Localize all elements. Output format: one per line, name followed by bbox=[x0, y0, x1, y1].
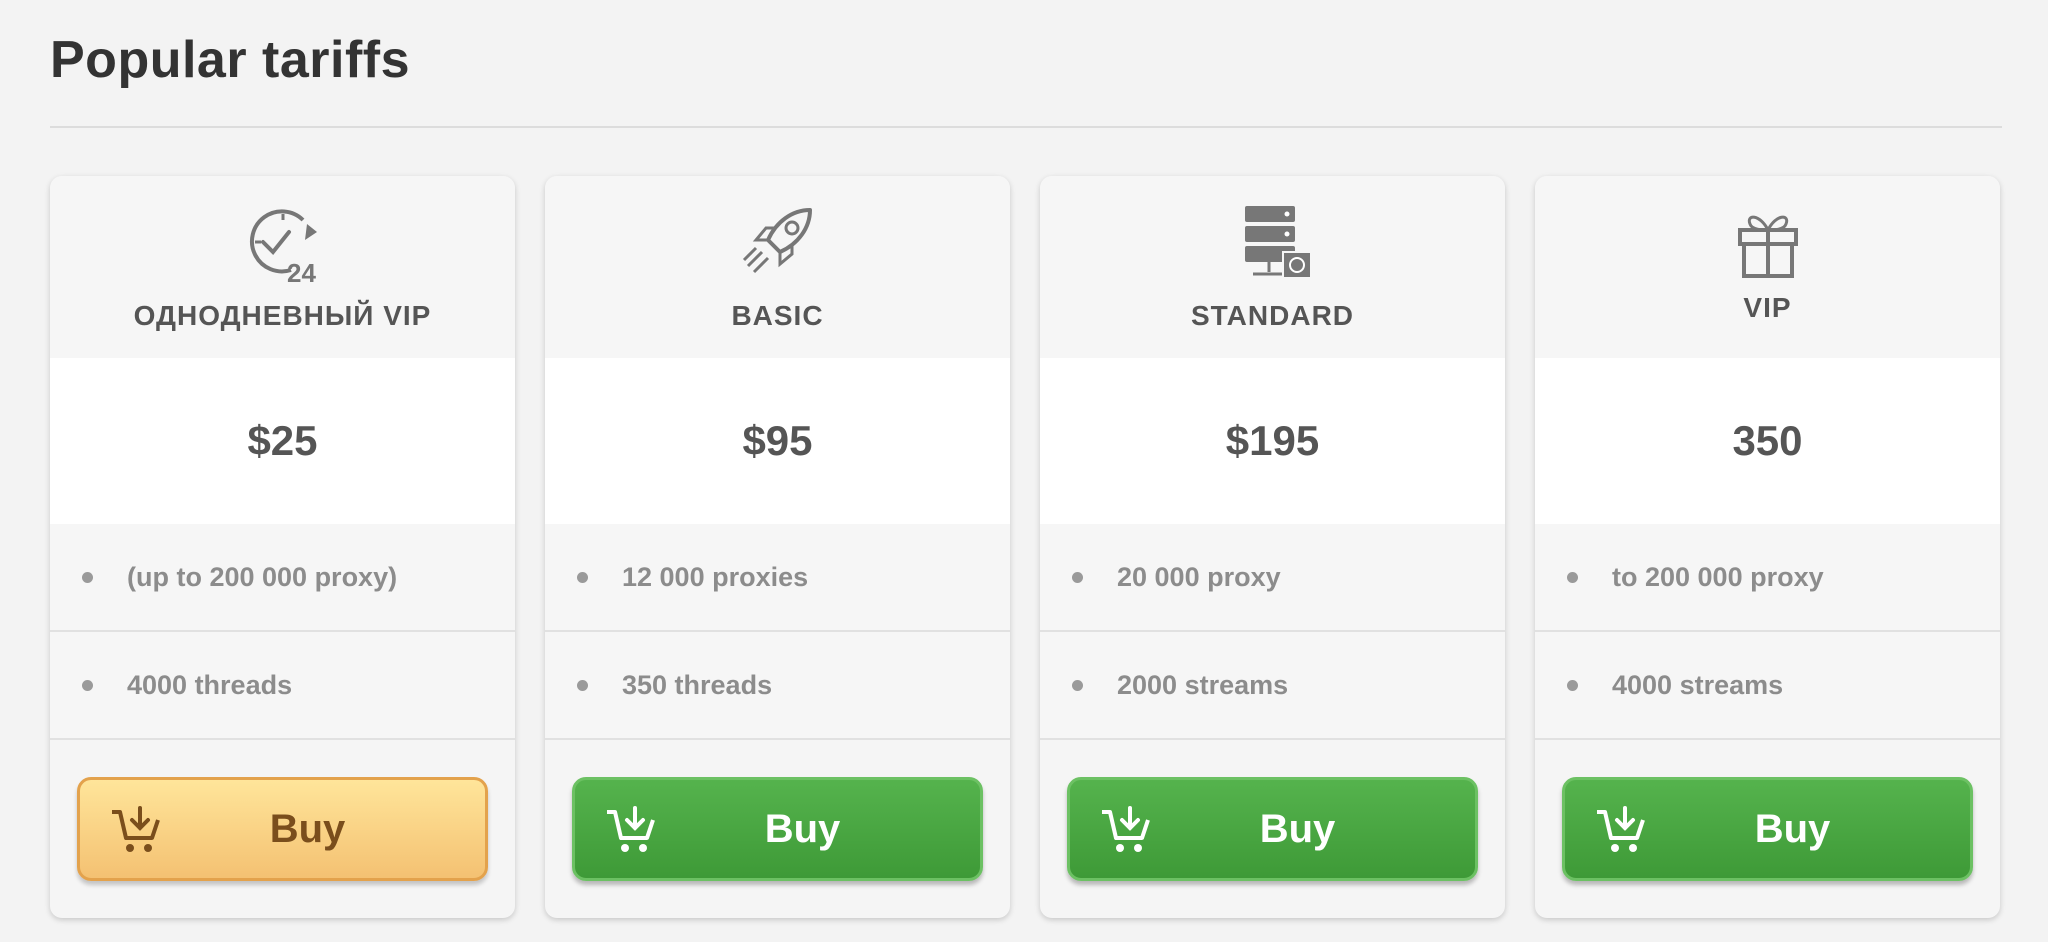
buy-label: Buy bbox=[1259, 806, 1336, 851]
section-title: Popular tariffs bbox=[50, 31, 410, 89]
bullet-icon bbox=[577, 571, 588, 583]
price-box: $95 bbox=[545, 358, 1010, 524]
server-icon bbox=[1244, 206, 1312, 279]
feature-text: (up to 200 000 proxy) bbox=[127, 561, 398, 592]
buy-area: Buy bbox=[1535, 740, 2000, 918]
feature-item: 2000 streams bbox=[1040, 632, 1505, 740]
svg-text:24: 24 bbox=[287, 258, 316, 284]
bullet-icon bbox=[1567, 571, 1578, 583]
feature-text: 20 000 proxy bbox=[1117, 561, 1281, 592]
feature-item: 4000 threads bbox=[50, 632, 515, 740]
feature-text: 2000 streams bbox=[1117, 669, 1289, 700]
price-box: $195 bbox=[1040, 358, 1505, 524]
card-header: 24 ОДНОДНЕВНЫЙ VIP bbox=[50, 176, 515, 358]
feature-text: 12 000 proxies bbox=[622, 561, 809, 592]
tariff-card-basic: BASIC $95 12 000 proxies 350 threads Buy bbox=[545, 176, 1010, 918]
buy-area: Buy bbox=[50, 740, 515, 918]
feature-text: 4000 threads bbox=[127, 669, 293, 700]
buy-area: Buy bbox=[545, 740, 1010, 918]
feature-item: 12 000 proxies bbox=[545, 524, 1010, 632]
plan-price: 350 bbox=[1732, 417, 1803, 464]
buy-area: Buy bbox=[1040, 740, 1505, 918]
price-box: $25 bbox=[50, 358, 515, 524]
bullet-icon bbox=[1072, 571, 1083, 583]
price-box: 350 bbox=[1535, 358, 2000, 524]
bullet-icon bbox=[577, 679, 588, 691]
clock-24-icon: 24 bbox=[249, 209, 317, 284]
gift-icon bbox=[1737, 215, 1798, 278]
feature-text: 350 threads bbox=[622, 669, 773, 700]
tariffs-page: Popular tariffs 24 ОДНОДНЕВНЫЙ VIP $25 (… bbox=[0, 0, 2048, 942]
tariff-cards: 24 ОДНОДНЕВНЫЙ VIP $25 (up to 200 000 pr… bbox=[50, 176, 2002, 918]
bullet-icon bbox=[1072, 679, 1083, 691]
buy-button[interactable]: Buy bbox=[1562, 777, 1973, 881]
buy-button[interactable]: Buy bbox=[1067, 777, 1478, 881]
feature-item: 350 threads bbox=[545, 632, 1010, 740]
tariff-card-standard: STANDARD $195 20 000 proxy 2000 streams bbox=[1040, 176, 1505, 918]
feature-item: 20 000 proxy bbox=[1040, 524, 1505, 632]
feature-item: to 200 000 proxy bbox=[1535, 524, 2000, 632]
tariff-card-vip: VIP 350 to 200 000 proxy 4000 streams Bu… bbox=[1535, 176, 2000, 918]
tariff-card-one-day-vip: 24 ОДНОДНЕВНЫЙ VIP $25 (up to 200 000 pr… bbox=[50, 176, 515, 918]
add-to-cart-icon bbox=[112, 806, 160, 852]
feature-text: 4000 streams bbox=[1612, 669, 1784, 700]
feature-item: (up to 200 000 proxy) bbox=[50, 524, 515, 632]
bullet-icon bbox=[1567, 679, 1578, 691]
card-header: VIP bbox=[1535, 176, 2000, 358]
buy-label: Buy bbox=[764, 806, 841, 851]
card-header: STANDARD bbox=[1040, 176, 1505, 358]
title-divider bbox=[50, 126, 2002, 128]
plan-price: $95 bbox=[742, 417, 813, 464]
bullet-icon bbox=[82, 571, 93, 583]
plan-name: STANDARD bbox=[1190, 300, 1355, 331]
feature-text: to 200 000 proxy bbox=[1612, 561, 1824, 592]
buy-button[interactable]: Buy bbox=[572, 777, 983, 881]
plan-price: $195 bbox=[1225, 417, 1320, 464]
rocket-icon bbox=[742, 208, 812, 274]
add-to-cart-icon bbox=[1102, 806, 1150, 852]
feature-item: 4000 streams bbox=[1535, 632, 2000, 740]
buy-label: Buy bbox=[1754, 806, 1831, 851]
buy-button[interactable]: Buy bbox=[77, 777, 488, 881]
bullet-icon bbox=[82, 679, 93, 691]
buy-label: Buy bbox=[269, 806, 346, 851]
plan-name: BASIC bbox=[731, 300, 824, 331]
plan-name: VIP bbox=[1743, 292, 1792, 323]
add-to-cart-icon bbox=[1597, 806, 1645, 852]
plan-price: $25 bbox=[247, 417, 318, 464]
add-to-cart-icon bbox=[607, 806, 655, 852]
plan-name: ОДНОДНЕВНЫЙ VIP bbox=[133, 300, 432, 331]
card-header: BASIC bbox=[545, 176, 1010, 358]
